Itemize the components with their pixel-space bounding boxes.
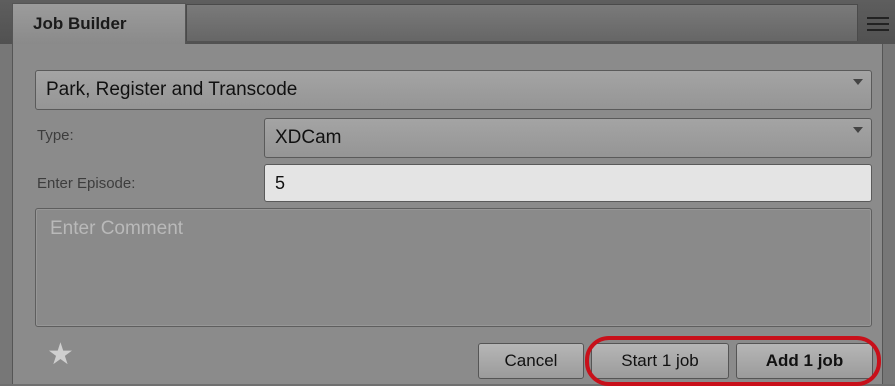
episode-label: Enter Episode:: [37, 175, 136, 192]
star-icon[interactable]: ★: [47, 340, 74, 370]
cancel-button[interactable]: Cancel: [478, 343, 584, 379]
episode-input[interactable]: 5: [264, 164, 872, 202]
type-dropdown[interactable]: XDCam: [264, 118, 872, 158]
comment-placeholder: Enter Comment: [50, 218, 184, 239]
chevron-down-icon: [853, 79, 863, 85]
tab-job-builder[interactable]: Job Builder: [12, 3, 186, 44]
workflow-dropdown[interactable]: Park, Register and Transcode: [35, 70, 872, 110]
add-job-button[interactable]: Add 1 job: [736, 343, 873, 379]
tab-bar: Job Builder: [0, 0, 895, 44]
hamburger-menu-icon[interactable]: [867, 17, 889, 31]
tab-label: Job Builder: [33, 14, 127, 33]
job-builder-panel: Park, Register and Transcode Type: XDCam…: [12, 44, 883, 386]
start-job-button[interactable]: Start 1 job: [591, 343, 729, 379]
comment-textarea[interactable]: Enter Comment: [35, 208, 872, 327]
type-label: Type:: [37, 127, 74, 144]
chevron-down-icon: [853, 127, 863, 133]
workflow-selected-value: Park, Register and Transcode: [46, 79, 298, 100]
type-selected-value: XDCam: [275, 127, 342, 148]
tab-bar-background: [186, 4, 858, 41]
job-builder-window: Job Builder Park, Register and Transcode…: [0, 0, 895, 386]
